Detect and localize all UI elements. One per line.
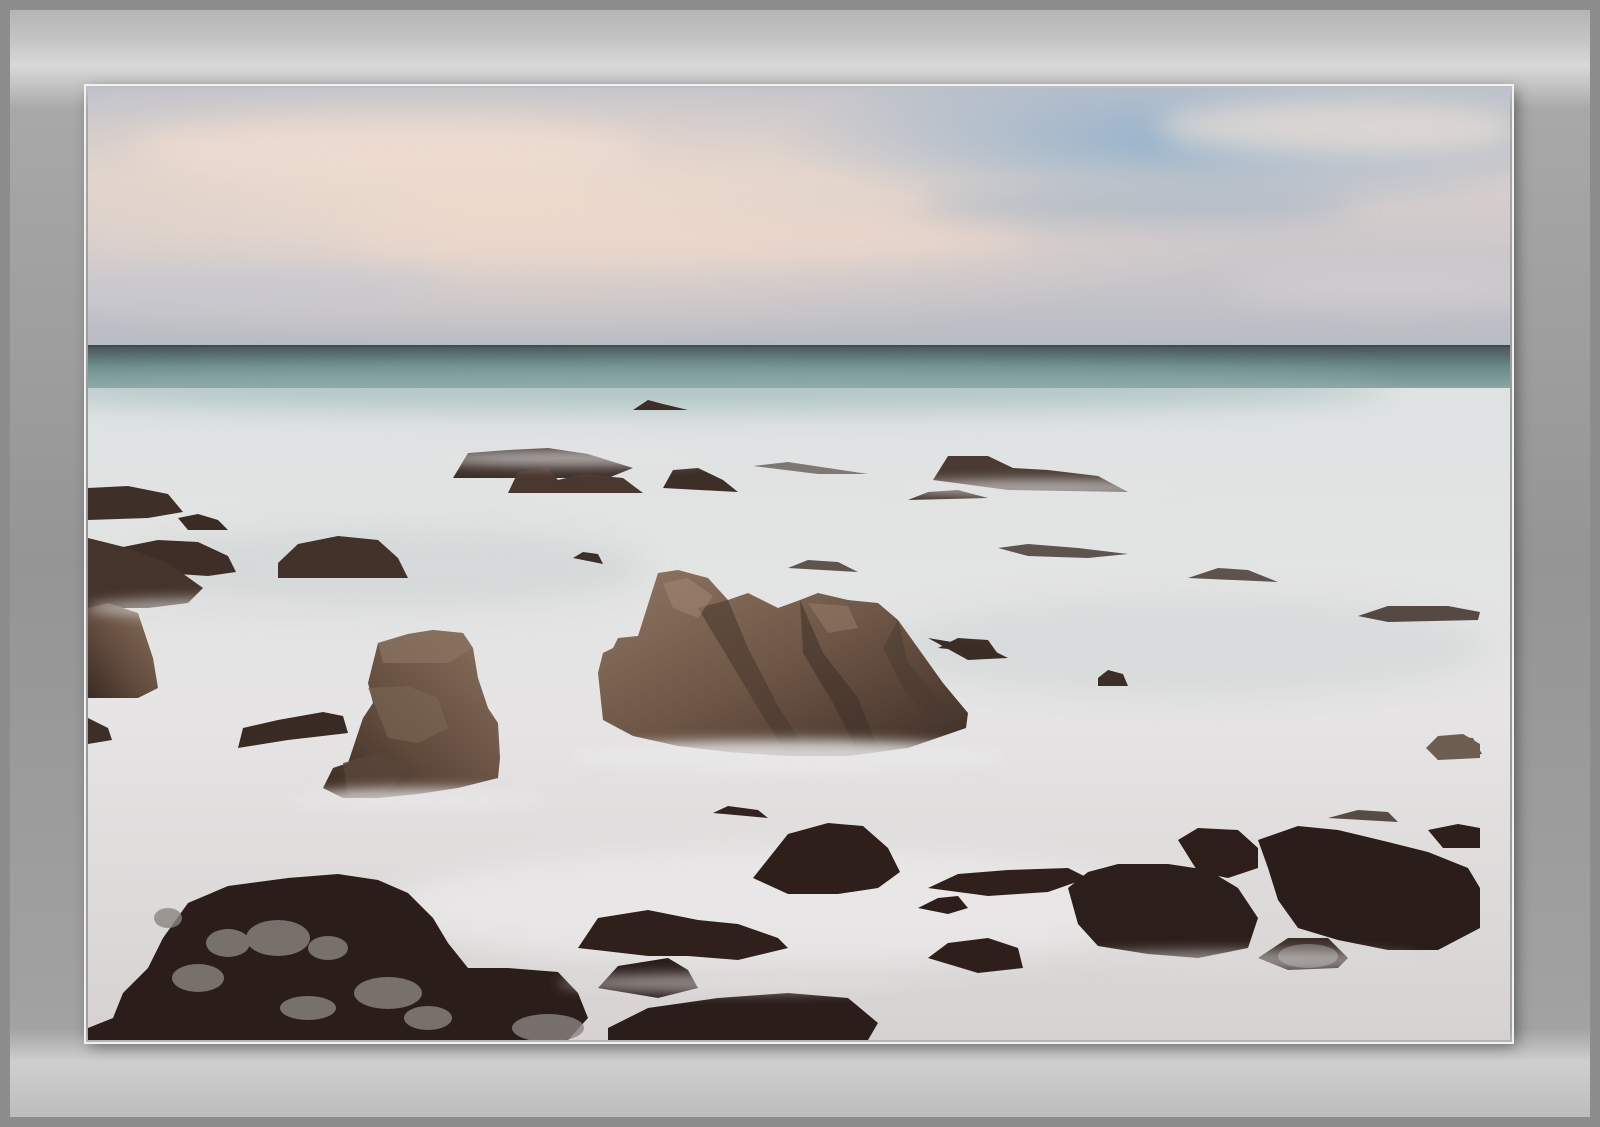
sky bbox=[88, 88, 1510, 348]
seascape-photo bbox=[88, 88, 1510, 1040]
